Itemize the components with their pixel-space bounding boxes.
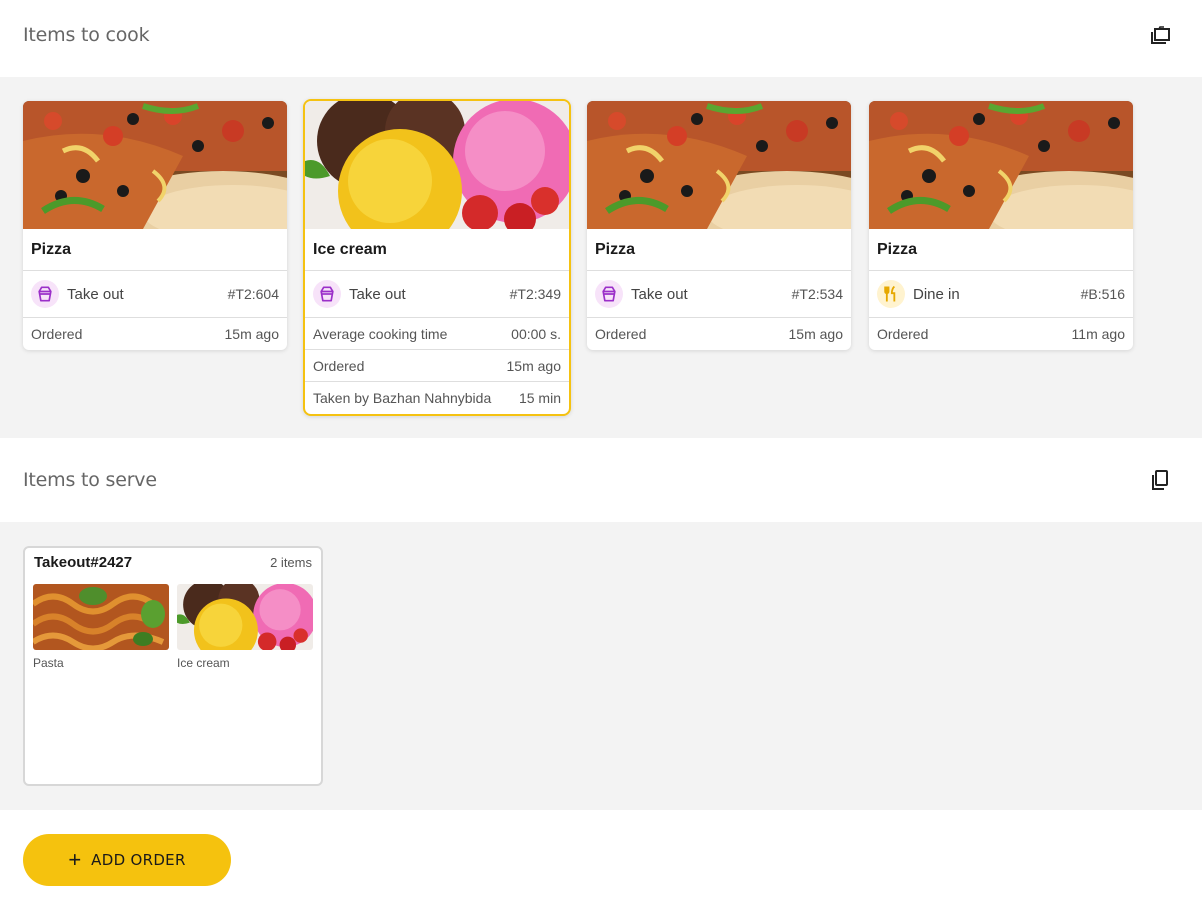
order-type-row: Take out #T2:604 [23, 271, 287, 318]
cook-section-header: Items to cook [0, 0, 1202, 77]
plus-icon: + [68, 847, 82, 872]
info-value: 00:00 s. [511, 325, 561, 342]
thumbnail-label: Ice cream [177, 656, 230, 670]
order-number: #B:516 [1080, 286, 1125, 302]
card-item-name: Pizza [869, 229, 1133, 271]
card-item-name: Pizza [23, 229, 287, 271]
order-type-row: Take out #T2:349 [305, 271, 569, 318]
copy-icon[interactable] [1148, 468, 1172, 492]
info-row: Ordered 15m ago [587, 318, 851, 350]
order-number: #T2:604 [227, 286, 279, 302]
order-title: Takeout#2427 [34, 554, 133, 571]
order-type-label: Take out [67, 285, 124, 303]
fork-knife-icon [877, 280, 905, 308]
pizza-image [587, 101, 851, 229]
pasta-thumbnail [33, 584, 169, 650]
serve-order-card[interactable]: Takeout#2427 2 items Pasta Ice cream [23, 546, 323, 786]
cook-section-title: Items to cook [23, 24, 150, 46]
info-label: Ordered [877, 326, 929, 342]
info-row: Ordered 15m ago [305, 350, 569, 382]
info-label: Ordered [31, 326, 83, 342]
info-label: Average cooking time [313, 325, 448, 342]
order-type-label: Take out [349, 285, 406, 303]
order-type-label: Take out [631, 285, 688, 303]
info-row: Ordered 15m ago [23, 318, 287, 350]
order-type-row: Dine in #B:516 [869, 271, 1133, 318]
info-label: Taken by Bazhan Nahnybida [313, 390, 492, 406]
order-type-label: Dine in [913, 285, 960, 303]
order-item-count: 2 items [270, 555, 312, 570]
thumbnail-label: Pasta [33, 656, 64, 670]
ice-cream-image [305, 101, 569, 229]
takeout-icon [313, 280, 341, 308]
info-label: Ordered [313, 357, 365, 374]
info-row: Taken by Bazhan Nahnybida 15 min [305, 382, 569, 414]
add-order-button[interactable]: + ADD ORDER [23, 834, 231, 886]
info-value: 15m ago [224, 326, 279, 342]
info-value: 15 min [518, 390, 561, 406]
cook-card-selected[interactable]: Ice cream Take out #T2:349 Average cooki… [303, 99, 571, 416]
pizza-image [23, 101, 287, 229]
serve-section-header: Items to serve [0, 438, 1202, 522]
info-value: 11m ago [1071, 326, 1125, 342]
order-type-row: Take out #T2:534 [587, 271, 851, 318]
serve-section-title: Items to serve [23, 469, 157, 491]
pizza-image [869, 101, 1133, 229]
order-number: #T2:534 [791, 286, 843, 302]
add-order-label: ADD ORDER [91, 851, 186, 869]
info-row: Average cooking time 00:00 s. [305, 318, 569, 350]
cook-card[interactable]: Pizza Take out #T2:534 Ordered 15m ago [587, 101, 851, 350]
takeout-icon [31, 280, 59, 308]
cook-card[interactable]: Pizza Dine in #B:516 Ordered 11m ago [869, 101, 1133, 350]
info-label: Ordered [595, 326, 647, 342]
ice-cream-thumbnail [177, 584, 313, 650]
takeout-icon [595, 280, 623, 308]
card-item-name: Pizza [587, 229, 851, 271]
info-row: Ordered 11m ago [869, 318, 1133, 350]
info-value: 15m ago [506, 357, 561, 374]
cook-card[interactable]: Pizza Take out #T2:604 Ordered 15m ago [23, 101, 287, 350]
collapse-icon[interactable] [1148, 24, 1172, 48]
order-number: #T2:349 [509, 286, 561, 302]
info-value: 15m ago [788, 326, 843, 342]
card-item-name: Ice cream [305, 229, 569, 271]
